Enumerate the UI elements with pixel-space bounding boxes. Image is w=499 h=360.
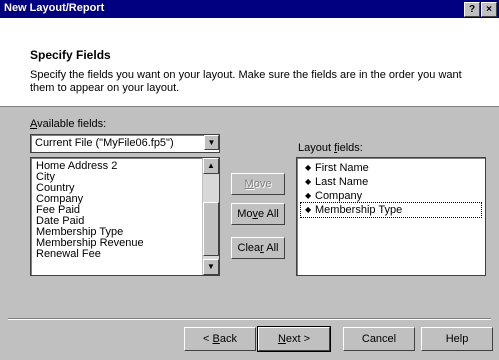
header-panel: Specify Fields Specify the fields you wa… bbox=[0, 18, 499, 107]
diamond-bullet-icon: ◆ bbox=[305, 205, 312, 214]
layout-field-label: Company bbox=[315, 190, 363, 202]
vertical-scrollbar[interactable]: ▲ ▼ bbox=[202, 158, 219, 275]
layout-fields-label: Layout fields: bbox=[298, 142, 363, 154]
available-fields-list[interactable]: Home Address 2 City Country Company Fee Paid… bbox=[30, 157, 220, 276]
diamond-bullet-icon: ◆ bbox=[305, 191, 312, 200]
layout-field-item[interactable]: ◆ Company bbox=[301, 189, 481, 203]
footer-separator bbox=[8, 318, 491, 320]
question-icon: ? bbox=[468, 4, 476, 15]
diamond-bullet-icon: ◆ bbox=[305, 163, 312, 172]
move-all-button[interactable]: Move All bbox=[231, 203, 285, 225]
close-button[interactable]: × bbox=[481, 2, 497, 17]
new-layout-report-dialog: New Layout/Report ? × Specify Fields Spe… bbox=[0, 0, 499, 360]
layout-field-item[interactable]: ◆ Membership Type bbox=[300, 202, 482, 218]
clear-all-button[interactable]: Clear All bbox=[231, 237, 285, 259]
layout-field-label: First Name bbox=[315, 162, 369, 174]
file-select[interactable]: Current File ("MyFile06.fp5") ▼ bbox=[30, 134, 220, 153]
layout-field-item[interactable]: ◆ Last Name bbox=[301, 175, 481, 189]
close-icon: × bbox=[486, 4, 492, 15]
available-field-item[interactable]: Renewal Fee bbox=[36, 249, 144, 260]
layout-field-item[interactable]: ◆ First Name bbox=[301, 161, 481, 175]
layout-fields-list[interactable]: ◆ First Name ◆ Last Name ◆ Company ◆ Membership… bbox=[296, 157, 486, 276]
chevron-down-icon[interactable]: ▼ bbox=[204, 135, 219, 150]
next-button[interactable]: Next > bbox=[257, 326, 331, 352]
move-button[interactable]: Move bbox=[231, 173, 285, 195]
layout-field-label: Membership Type bbox=[315, 204, 403, 216]
page-title: Specify Fields bbox=[30, 48, 111, 62]
cancel-button[interactable]: Cancel bbox=[343, 327, 415, 351]
back-button[interactable]: < Back bbox=[184, 327, 256, 351]
scroll-down-icon[interactable]: ▼ bbox=[203, 259, 219, 275]
window-title: New Layout/Report bbox=[4, 2, 105, 14]
available-fields-label: Available fields: bbox=[30, 118, 107, 130]
help-button[interactable]: Help bbox=[421, 327, 493, 351]
file-select-value: Current File ("MyFile06.fp5") bbox=[35, 137, 174, 149]
help-title-button[interactable]: ? bbox=[464, 2, 480, 17]
scroll-thumb[interactable] bbox=[203, 202, 219, 256]
diamond-bullet-icon: ◆ bbox=[305, 177, 312, 186]
layout-field-label: Last Name bbox=[315, 176, 369, 188]
page-description: Specify the fields you want on your layo… bbox=[30, 69, 462, 94]
title-bar[interactable]: New Layout/Report ? × bbox=[0, 0, 499, 18]
scroll-up-icon[interactable]: ▲ bbox=[203, 158, 219, 174]
